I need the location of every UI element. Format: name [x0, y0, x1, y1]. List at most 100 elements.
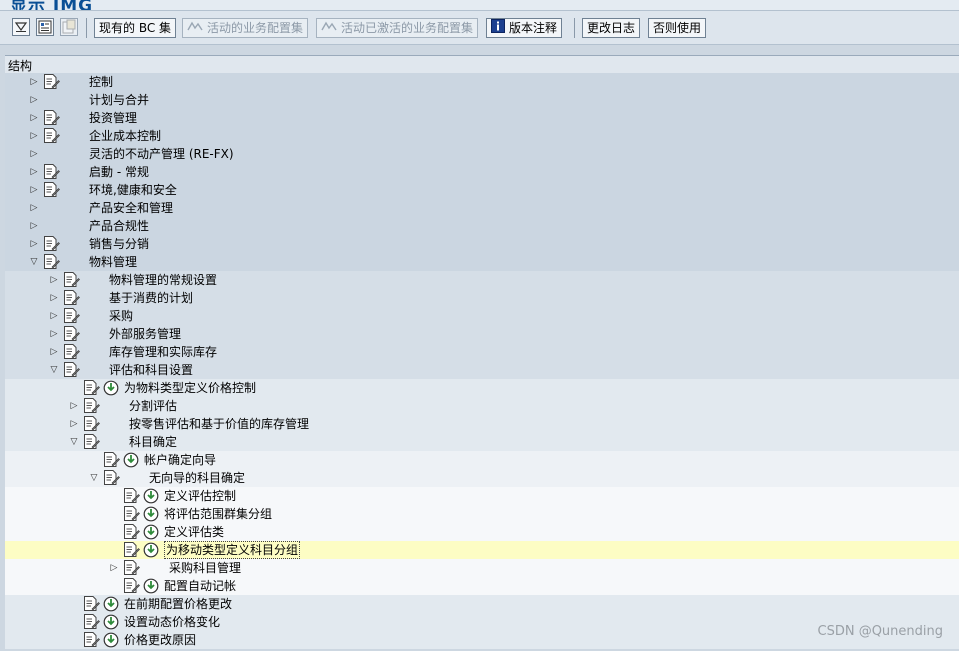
tree-node-label[interactable]: 价格更改原因: [124, 632, 196, 648]
tree-node-label[interactable]: 库存管理和实际库存: [109, 344, 217, 360]
expand-node-icon[interactable]: ▷: [29, 166, 39, 178]
tree-node[interactable]: ▷ 采购: [5, 307, 959, 325]
expand-node-icon[interactable]: ▷: [109, 562, 119, 574]
tree-node[interactable]: 定义评估类: [5, 523, 959, 541]
tree-node[interactable]: ▷ 灵活的不动产管理 (RE-FX): [5, 145, 959, 163]
tree-node-label[interactable]: 设置动态价格变化: [124, 614, 220, 630]
release-notes-button[interactable]: 版本注释: [486, 18, 563, 38]
documentation-icon[interactable]: [83, 398, 100, 413]
documentation-icon[interactable]: [43, 110, 60, 125]
tree-node-label[interactable]: 采购: [109, 308, 133, 324]
documentation-icon[interactable]: [43, 128, 60, 143]
expand-node-icon[interactable]: ▷: [49, 310, 59, 322]
execute-activity-icon[interactable]: [103, 632, 119, 648]
documentation-icon[interactable]: [123, 488, 140, 503]
tree-node-label[interactable]: 按零售评估和基于价值的库存管理: [129, 416, 309, 432]
tree-node-label[interactable]: 科目确定: [129, 434, 177, 450]
tree-node[interactable]: ▷ 分割评估: [5, 397, 959, 415]
existing-bc-sets-button[interactable]: 现有的 BC 集: [94, 18, 177, 38]
tree-node[interactable]: ▷ 库存管理和实际库存: [5, 343, 959, 361]
tree-node[interactable]: 定义评估控制: [5, 487, 959, 505]
tree-node-label[interactable]: 帐户确定向导: [144, 452, 216, 468]
documentation-icon[interactable]: [43, 254, 60, 269]
tree-node-label[interactable]: 为移动类型定义科目分组: [164, 541, 301, 559]
tree-node[interactable]: 帐户确定向导: [5, 451, 959, 469]
tree-node[interactable]: 配置自动记帐: [5, 577, 959, 595]
tree-node[interactable]: 在前期配置价格更改: [5, 595, 959, 613]
expand-node-icon[interactable]: ▷: [29, 238, 39, 250]
tree-node-label[interactable]: 物料管理的常规设置: [109, 272, 217, 288]
documentation-icon[interactable]: [43, 182, 60, 197]
tree-node-label[interactable]: 定义评估类: [164, 524, 224, 540]
tree-node-label[interactable]: 启動 - 常规: [89, 164, 149, 180]
tree-node-label[interactable]: 评估和科目设置: [109, 362, 193, 378]
tree-node[interactable]: ▷ 企业成本控制: [5, 127, 959, 145]
tree-node-label[interactable]: 将评估范围群集分组: [164, 506, 272, 522]
document-list-icon[interactable]: [36, 18, 54, 36]
documentation-icon[interactable]: [63, 290, 80, 305]
documentation-icon[interactable]: [83, 614, 100, 629]
tree-node[interactable]: ▷ 投资管理: [5, 109, 959, 127]
documentation-icon[interactable]: [63, 326, 80, 341]
tree-node[interactable]: ▽ 评估和科目设置: [5, 361, 959, 379]
documentation-icon[interactable]: [43, 236, 60, 251]
documentation-icon[interactable]: [63, 272, 80, 287]
tree-node[interactable]: ▷ 采购科目管理: [5, 559, 959, 577]
documentation-icon[interactable]: [123, 524, 140, 539]
execute-activity-icon[interactable]: [103, 596, 119, 612]
tree-node[interactable]: ▷ 销售与分销: [5, 235, 959, 253]
documentation-icon[interactable]: [63, 344, 80, 359]
documentation-icon[interactable]: [43, 164, 60, 179]
expand-node-icon[interactable]: ▷: [29, 148, 39, 160]
tree-node-label[interactable]: 分割评估: [129, 398, 177, 414]
documentation-icon[interactable]: [83, 434, 100, 449]
tree-node-label[interactable]: 在前期配置价格更改: [124, 596, 232, 612]
otherwise-use-button[interactable]: 否则使用: [648, 18, 707, 38]
documentation-icon[interactable]: [63, 308, 80, 323]
execute-activity-icon[interactable]: [143, 524, 159, 540]
documentation-icon[interactable]: [123, 506, 140, 521]
tree-node[interactable]: 将评估范围群集分组: [5, 505, 959, 523]
tree-node-label[interactable]: 定义评估控制: [164, 488, 236, 504]
tree-node[interactable]: ▷ 启動 - 常规: [5, 163, 959, 181]
tree-node-label[interactable]: 无向导的科目确定: [149, 470, 245, 486]
tree-node[interactable]: ▷ 基于消费的计划: [5, 289, 959, 307]
collapse-node-icon[interactable]: ▽: [29, 256, 39, 268]
collapse-node-icon[interactable]: ▽: [49, 364, 59, 376]
tree-node[interactable]: 为移动类型定义科目分组: [5, 541, 959, 559]
tree-node-label[interactable]: 物料管理: [89, 254, 137, 270]
execute-activity-icon[interactable]: [143, 488, 159, 504]
tree-node-label[interactable]: 投资管理: [89, 110, 137, 126]
execute-activity-icon[interactable]: [143, 578, 159, 594]
tree-node-label[interactable]: 计划与合并: [89, 92, 149, 108]
tree-node-label[interactable]: 采购科目管理: [169, 560, 241, 576]
tree-node[interactable]: ▽ 物料管理: [5, 253, 959, 271]
expand-node-icon[interactable]: ▷: [49, 292, 59, 304]
expand-node-icon[interactable]: ▷: [29, 76, 39, 88]
expand-node-icon[interactable]: ▷: [69, 400, 79, 412]
tree-node-label[interactable]: 配置自动记帐: [164, 578, 236, 594]
tree-node[interactable]: 设置动态价格变化: [5, 613, 959, 631]
tree-node[interactable]: ▷ 产品合规性: [5, 217, 959, 235]
documentation-icon[interactable]: [63, 362, 80, 377]
tree-node-label[interactable]: 销售与分销: [89, 236, 149, 252]
change-log-button[interactable]: 更改日志: [582, 18, 641, 38]
expand-node-icon[interactable]: ▷: [29, 94, 39, 106]
documentation-icon[interactable]: [123, 578, 140, 593]
execute-activity-icon[interactable]: [143, 506, 159, 522]
tree-node-label[interactable]: 产品合规性: [89, 218, 149, 234]
documentation-icon[interactable]: [123, 542, 140, 557]
execute-activity-icon[interactable]: [103, 614, 119, 630]
tree-node[interactable]: 为物料类型定义价格控制: [5, 379, 959, 397]
documentation-icon[interactable]: [83, 380, 100, 395]
tree-node-label[interactable]: 企业成本控制: [89, 128, 161, 144]
tree-node-label[interactable]: 环境,健康和安全: [89, 182, 177, 198]
collapse-node-icon[interactable]: ▽: [89, 472, 99, 484]
documentation-icon[interactable]: [83, 596, 100, 611]
tree-node[interactable]: ▷ 控制: [5, 73, 959, 91]
tree-node[interactable]: ▷ 外部服务管理: [5, 325, 959, 343]
expand-subtree-icon[interactable]: [12, 18, 30, 36]
documentation-icon[interactable]: [83, 632, 100, 647]
expand-node-icon[interactable]: ▷: [29, 112, 39, 124]
collapse-node-icon[interactable]: ▽: [69, 436, 79, 448]
